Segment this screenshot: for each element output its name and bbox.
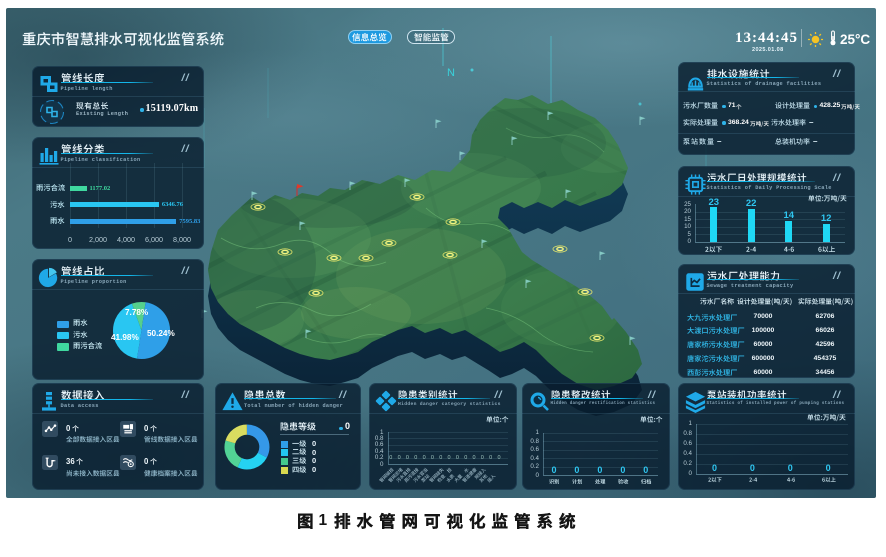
- svg-text:N: N: [447, 67, 455, 79]
